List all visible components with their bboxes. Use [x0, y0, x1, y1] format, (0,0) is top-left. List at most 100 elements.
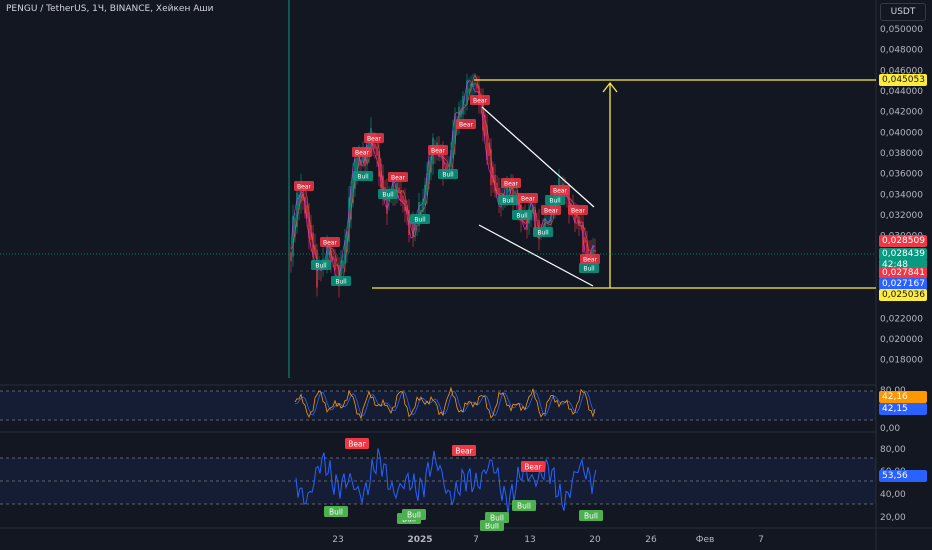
rsi-bull-label: Bull — [485, 512, 509, 523]
price-tick: 0,044000 — [880, 87, 923, 97]
rsi-bull-label: Bull — [324, 506, 348, 517]
rsi-tick: 40,00 — [880, 490, 906, 500]
svg-text:Bear: Bear — [348, 440, 366, 449]
svg-text:Bear: Bear — [544, 208, 558, 215]
svg-text:Bull: Bull — [315, 263, 327, 270]
rsi-panel: 80,0060,0040,0020,00BearBearBearBullBull… — [0, 438, 906, 531]
svg-text:Bear: Bear — [297, 184, 311, 191]
bear-marker: Bear — [320, 237, 340, 247]
price-tick: 0,048000 — [880, 46, 923, 56]
svg-text:Bear: Bear — [524, 463, 542, 472]
drawings — [0, 79, 876, 289]
svg-text:Bear: Bear — [431, 148, 445, 155]
svg-text:Bull: Bull — [414, 217, 426, 224]
svg-text:Bear: Bear — [521, 196, 535, 203]
chart-canvas[interactable]: Bear Bear Bull Bull Bear Bear Bull Bull Bear Bull… — [0, 0, 932, 550]
bull-marker: Bull — [311, 260, 331, 270]
price-tick: 0,022000 — [880, 314, 923, 324]
bull-bear-markers: Bear Bear Bull Bull Bear Bear Bull Bull Bear Bull… — [294, 95, 600, 286]
bear-marker: Bear — [580, 254, 600, 264]
candles — [290, 73, 596, 298]
svg-text:Bull: Bull — [329, 508, 343, 517]
bear-marker: Bear — [550, 185, 570, 195]
bear-marker: Bear — [388, 172, 408, 182]
candle-body — [376, 146, 378, 156]
currency-button[interactable]: USDT — [880, 3, 926, 21]
rsi-value: 53,56 — [879, 470, 927, 482]
time-tick: 20 — [589, 535, 601, 545]
svg-text:Bull: Bull — [517, 502, 531, 511]
stoch-tick: 0,00 — [880, 424, 900, 434]
candle-body — [374, 143, 376, 149]
svg-text:Bull: Bull — [583, 266, 595, 273]
svg-text:Bull: Bull — [382, 192, 394, 199]
bear-marker: Bear — [568, 205, 588, 215]
bull-marker: Bull — [410, 214, 430, 224]
price-tick: 0,040000 — [880, 128, 923, 138]
bear-marker: Bear — [470, 95, 490, 105]
svg-text:Bull: Bull — [357, 174, 369, 181]
rsi-bull-label: Bull — [512, 500, 536, 511]
price-tick: 0,034000 — [880, 190, 923, 200]
rsi-tick: 20,00 — [880, 513, 906, 523]
svg-text:Bear: Bear — [473, 98, 487, 105]
candle-body — [584, 237, 586, 243]
bear-marker: Bear — [294, 181, 314, 191]
svg-text:Bull: Bull — [549, 198, 561, 205]
bull-marker: Bull — [512, 210, 532, 220]
bull-marker: Bull — [438, 169, 458, 179]
candle-body — [474, 82, 476, 86]
bear-marker: Bear — [541, 205, 561, 215]
time-axis: 23 2025 7 13 20 26 Фев 7 — [332, 535, 764, 545]
svg-text:Bull: Bull — [516, 213, 528, 220]
candle-body — [464, 104, 466, 106]
price-tick: 0,038000 — [880, 149, 923, 159]
bull-marker: Bull — [579, 263, 599, 273]
candle-body — [514, 191, 516, 195]
price-tick: 0,042000 — [880, 108, 923, 118]
svg-text:Bear: Bear — [571, 208, 585, 215]
candle-body — [342, 260, 344, 269]
time-tick: 26 — [645, 535, 657, 545]
bull-marker: Bull — [331, 276, 351, 286]
svg-text:Bear: Bear — [323, 240, 337, 247]
candle-body — [594, 249, 596, 253]
candle-body — [468, 88, 470, 93]
svg-text:Bull: Bull — [490, 514, 504, 523]
bear-marker: Bear — [456, 119, 476, 129]
bull-marker: Bull — [353, 171, 373, 181]
price-tick: 0,020000 — [880, 335, 923, 345]
rsi-bull-label: Bull — [402, 509, 426, 520]
svg-text:Bear: Bear — [504, 181, 518, 188]
svg-text:Bull: Bull — [407, 511, 421, 520]
price-label-target: 0,045053 — [879, 74, 927, 86]
svg-text:Bear: Bear — [459, 122, 473, 129]
bear-marker: Bear — [428, 145, 448, 155]
price-label-high: 0,028509 — [879, 235, 927, 247]
stoch-value-k: 42,16 — [879, 391, 927, 403]
price-tick: 0,018000 — [880, 356, 923, 366]
bear-marker: Bear — [364, 133, 384, 143]
svg-text:Bear: Bear — [391, 175, 405, 182]
svg-text:Bear: Bear — [355, 150, 369, 157]
stoch-value-d: 42,15 — [879, 403, 927, 415]
price-tick: 0,032000 — [880, 211, 923, 221]
rsi-bear-label: Bear — [345, 438, 369, 449]
time-tick: 7 — [758, 535, 764, 545]
candle-body — [508, 189, 510, 192]
rsi-tick: 80,00 — [880, 445, 906, 455]
symbol-title[interactable]: PENGU / TetherUS, 1Ч, BINANCE, Хейкен Аш… — [6, 4, 213, 14]
svg-text:Bear: Bear — [455, 447, 473, 456]
bull-marker: Bull — [533, 227, 553, 237]
bear-marker: Bear — [352, 147, 372, 157]
stochastic-panel: 80,000,00 — [0, 386, 906, 434]
svg-text:Bull: Bull — [502, 198, 514, 205]
svg-text:Bear: Bear — [553, 188, 567, 195]
price-label-support: 0,025036 — [879, 289, 927, 301]
time-tick: 2025 — [407, 535, 432, 545]
candle-body — [328, 245, 330, 255]
bear-marker: Bear — [501, 178, 521, 188]
rsi-bear-label: Bear — [452, 445, 476, 456]
stoch-band — [0, 391, 876, 420]
svg-text:Bear: Bear — [367, 136, 381, 143]
